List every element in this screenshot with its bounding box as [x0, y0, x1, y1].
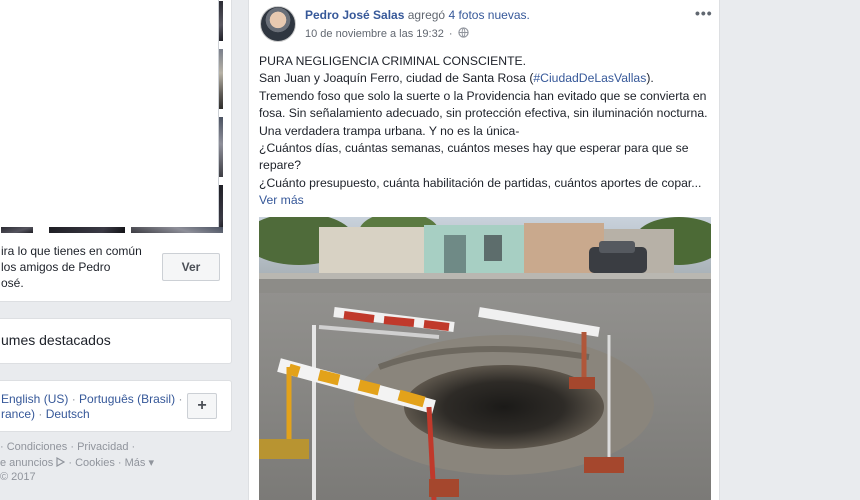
adchoices-icon[interactable]	[56, 456, 66, 469]
footer-terms-link[interactable]: Condiciones	[7, 441, 68, 453]
feed-post: Pedro José Salas agregó 4 fotos nuevas. …	[248, 0, 720, 500]
footer-ads-link[interactable]: e anuncios	[0, 457, 53, 469]
featured-albums-card[interactable]: umes destacados	[0, 318, 232, 364]
post-text-fragment: ¿Cuánto presupuesto, cuánta habilitación…	[259, 175, 702, 190]
friend-thumb[interactable]	[131, 227, 223, 233]
post-text-paragraph: ¿Cuánto presupuesto, cuánta habilitación…	[259, 175, 711, 210]
post-action-text: agregó	[407, 8, 446, 22]
friends-photo-grid	[0, 0, 223, 235]
post-meta: 10 de noviembre a las 19:32 ·	[305, 27, 469, 41]
post-text-line: PURA NEGLIGENCIA CRIMINAL CONSCIENTE.	[259, 54, 527, 68]
post-header: Pedro José Salas agregó 4 fotos nuevas.	[305, 8, 530, 22]
language-german-link[interactable]: Deutsch	[46, 407, 90, 421]
footer-cookies-link[interactable]: Cookies	[75, 457, 115, 469]
street-pothole-photo	[259, 217, 711, 500]
footer-privacy-link[interactable]: Privacidad	[77, 441, 128, 453]
globe-icon[interactable]	[457, 27, 469, 41]
friend-thumb[interactable]	[1, 227, 33, 233]
author-name[interactable]: Pedro José Salas	[305, 8, 404, 22]
friends-card: ira lo que tienes en común los amigos de…	[0, 0, 232, 302]
add-language-button[interactable]: +	[187, 393, 217, 419]
see-more-link[interactable]: Ver más	[259, 193, 304, 207]
post-timestamp[interactable]: 10 de noviembre a las 19:32	[305, 28, 444, 40]
sep-dot: ·	[448, 28, 453, 40]
chevron-down-icon[interactable]: ▾	[148, 457, 154, 469]
post-photo[interactable]	[259, 217, 711, 500]
post-text-fragment: San Juan y Joaquín Ferro, ciudad de Sant…	[259, 71, 534, 86]
footer-more-link[interactable]: Más	[125, 457, 146, 469]
mutual-line: ira lo que tienes en común	[1, 244, 142, 258]
ver-button[interactable]: Ver	[162, 253, 220, 281]
photos-link[interactable]: 4 fotos nuevas.	[448, 8, 529, 22]
friend-photo-edge	[219, 185, 223, 233]
languages-line-1: English (US) · Português (Brasil) ·	[1, 392, 183, 406]
footer-links-2: e anuncios · Cookies · Más ▾	[0, 456, 154, 469]
author-avatar[interactable]	[260, 6, 296, 42]
post-text-line: San Juan y Joaquín Ferro, ciudad de Sant…	[259, 70, 711, 87]
footer-sep: ·	[131, 441, 136, 453]
language-french-link[interactable]: rance)	[1, 407, 35, 421]
mutual-friends-text: ira lo que tienes en común los amigos de…	[1, 243, 151, 291]
friend-photo-edge	[219, 1, 223, 41]
language-english-link[interactable]: English (US)	[1, 392, 68, 406]
languages-card: English (US) · Português (Brasil) · ranc…	[0, 380, 232, 432]
friend-photo-large[interactable]	[0, 0, 219, 233]
hashtag-link[interactable]: #CiudadDeLasVallas	[533, 71, 646, 85]
mutual-line: los amigos de Pedro	[1, 260, 111, 274]
friend-photo-edge	[219, 117, 223, 177]
mutual-line: osé.	[1, 276, 24, 290]
featured-albums-title: umes destacados	[1, 332, 111, 348]
language-portuguese-link[interactable]: Português (Brasil)	[79, 392, 175, 406]
footer-links-1: · Condiciones · Privacidad ·	[0, 441, 135, 453]
grid-bottom-strip	[0, 227, 229, 233]
footer-sep: ·	[0, 441, 7, 453]
post-text-paragraph: Tremendo foso que solo la suerte o la Pr…	[259, 88, 708, 138]
post-text-fragment: ).	[646, 71, 654, 86]
footer-sep: ·	[117, 457, 125, 469]
friend-thumb[interactable]	[49, 227, 125, 233]
post-text: PURA NEGLIGENCIA CRIMINAL CONSCIENTE. Sa…	[259, 53, 711, 210]
post-options-button[interactable]: •••	[695, 5, 713, 21]
languages-line-2: rance) · Deutsch	[1, 407, 90, 421]
post-text-paragraph: ¿Cuántos días, cuántas semanas, cuántos …	[259, 141, 689, 173]
footer-copyright: © 2017	[0, 471, 36, 483]
friend-photo-edge	[219, 49, 223, 109]
